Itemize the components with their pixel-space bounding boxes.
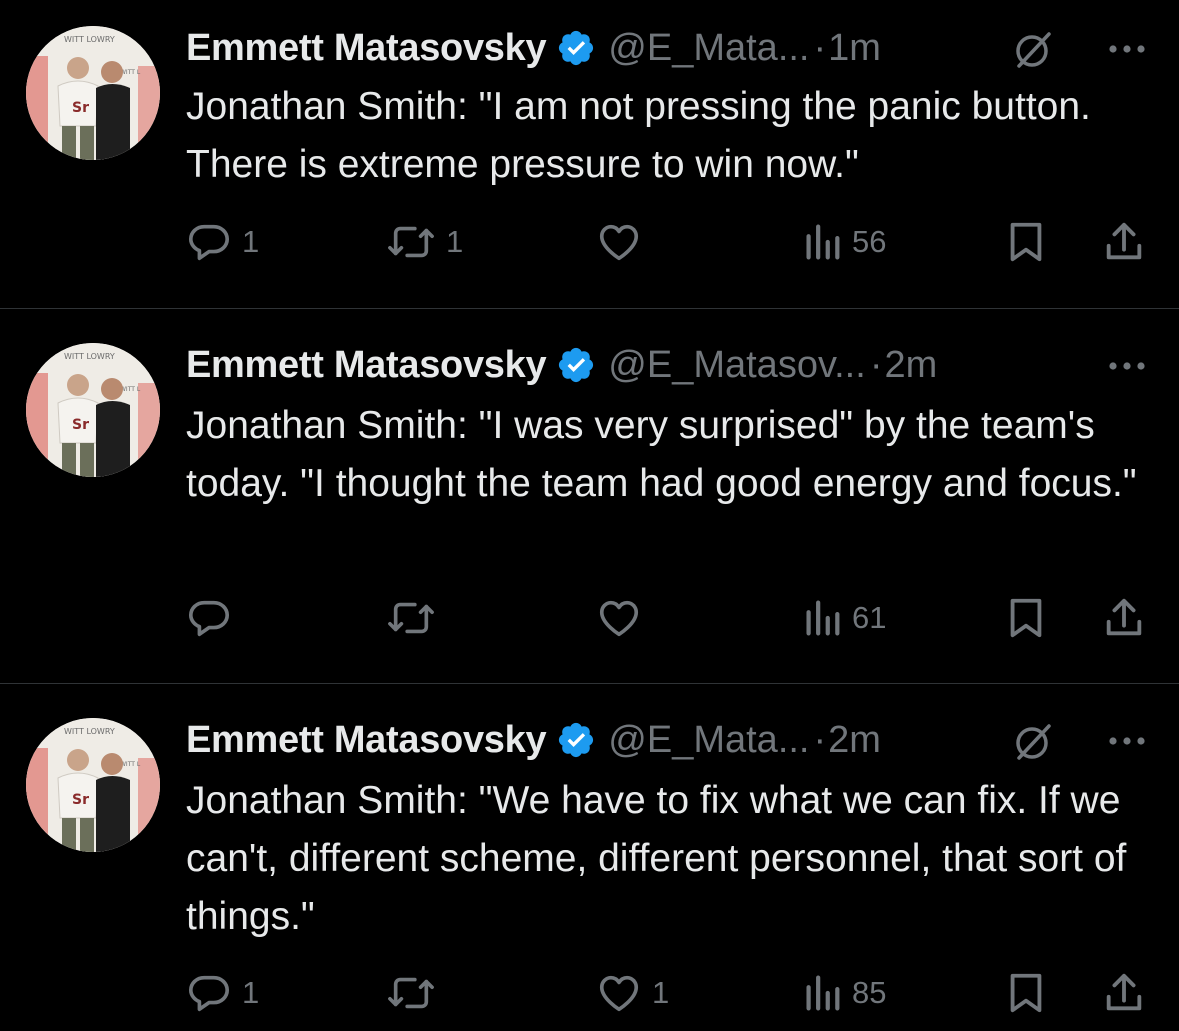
heart-icon	[599, 975, 639, 1012]
bookmark-icon	[1010, 598, 1042, 638]
svg-text:Sr: Sr	[72, 100, 89, 116]
verified-badge-icon	[559, 347, 594, 383]
tweet[interactable]: WITT LOWRY WITT L Sr Emmett Matasovsky @…	[0, 309, 1179, 684]
author-name[interactable]: Emmett Matasovsky	[186, 719, 547, 762]
author-handle[interactable]: @E_Matasov...	[608, 344, 866, 387]
repost-count: 1	[446, 224, 464, 259]
reply-icon	[188, 600, 230, 637]
tweet-header: Emmett Matasovsky @E_Matasov... · 2m	[186, 339, 1155, 391]
repost-icon	[388, 226, 434, 258]
bookmark-button[interactable]	[1004, 968, 1048, 1018]
tweet-actions: 1 1 85	[186, 968, 1149, 1018]
author-handle[interactable]: @E_Mata...	[608, 27, 809, 70]
views-icon	[806, 975, 840, 1011]
svg-text:WITT LOWRY: WITT LOWRY	[64, 35, 115, 44]
views-button[interactable]: 85	[802, 968, 886, 1018]
grok-icon[interactable]	[1011, 720, 1055, 764]
separator: ·	[813, 718, 827, 761]
author-name[interactable]: Emmett Matasovsky	[186, 27, 547, 70]
repost-icon	[388, 602, 434, 634]
heart-icon	[599, 224, 639, 261]
reply-count: 1	[242, 975, 260, 1010]
like-count: 1	[652, 975, 670, 1010]
bookmark-button[interactable]	[1004, 593, 1048, 643]
like-button[interactable]	[596, 217, 652, 267]
svg-text:WITT L: WITT L	[120, 761, 141, 768]
svg-text:WITT L: WITT L	[120, 69, 141, 76]
avatar[interactable]: WITT LOWRY WITT L Sr	[26, 718, 160, 852]
timestamp[interactable]: 2m	[828, 719, 881, 762]
svg-text:WITT L: WITT L	[120, 386, 141, 393]
tweet-actions: 61	[186, 593, 1149, 643]
bookmark-icon	[1010, 973, 1042, 1013]
tweet-text: Jonathan Smith: "I am not pressing the p…	[186, 85, 1102, 186]
more-icon[interactable]	[1105, 34, 1149, 64]
reply-icon	[188, 224, 230, 261]
grok-icon[interactable]	[1011, 28, 1055, 72]
author-name[interactable]: Emmett Matasovsky	[186, 344, 547, 387]
author-handle[interactable]: @E_Mata...	[608, 719, 809, 762]
reply-button[interactable]	[186, 593, 242, 643]
share-button[interactable]	[1102, 593, 1146, 643]
svg-text:Sr: Sr	[72, 792, 89, 808]
repost-button[interactable]	[386, 968, 446, 1018]
tweet-header: Emmett Matasovsky @E_Mata... · 1m	[186, 22, 1155, 74]
tweet-actions: 1 1 56	[186, 217, 1149, 267]
tweet-header: Emmett Matasovsky @E_Mata... · 2m	[186, 714, 1155, 766]
verified-badge-icon	[559, 30, 594, 66]
repost-button[interactable]	[386, 593, 446, 643]
bookmark-icon	[1010, 222, 1042, 262]
repost-icon	[388, 977, 434, 1009]
share-button[interactable]	[1102, 217, 1146, 267]
verified-badge-icon	[559, 722, 594, 758]
reply-button[interactable]: 1	[186, 968, 259, 1018]
svg-text:WITT LOWRY: WITT LOWRY	[64, 727, 115, 736]
more-icon[interactable]	[1105, 726, 1149, 756]
svg-text:WITT LOWRY: WITT LOWRY	[64, 352, 115, 361]
more-icon[interactable]	[1105, 351, 1149, 381]
svg-text:Sr: Sr	[72, 417, 89, 433]
tweet-text: Jonathan Smith: "We have to fix what we …	[186, 779, 1138, 938]
timeline-feed: WITT LOWRY WITT L Sr Emmett Matasovsky @…	[0, 0, 1179, 1031]
separator: ·	[869, 343, 883, 386]
share-button[interactable]	[1102, 968, 1146, 1018]
share-icon	[1106, 598, 1142, 636]
avatar[interactable]: WITT LOWRY WITT L Sr	[26, 26, 160, 160]
views-icon	[806, 224, 840, 260]
share-icon	[1106, 222, 1142, 260]
like-button[interactable]: 1	[596, 968, 669, 1018]
timestamp[interactable]: 1m	[828, 27, 881, 70]
heart-icon	[599, 600, 639, 637]
views-icon	[806, 600, 840, 636]
tweet-text: Jonathan Smith: "I was very surprised" b…	[186, 404, 1137, 505]
views-button[interactable]: 56	[802, 217, 886, 267]
separator: ·	[813, 26, 827, 69]
tweet[interactable]: WITT LOWRY WITT L Sr Emmett Matasovsky @…	[0, 0, 1179, 309]
reply-button[interactable]: 1	[186, 217, 259, 267]
views-button[interactable]: 61	[802, 593, 886, 643]
views-count: 85	[852, 975, 887, 1010]
views-count: 61	[852, 600, 887, 635]
timestamp[interactable]: 2m	[884, 344, 937, 387]
like-button[interactable]	[596, 593, 652, 643]
reply-icon	[188, 975, 230, 1012]
tweet[interactable]: WITT LOWRY WITT L Sr Emmett Matasovsky @…	[0, 684, 1179, 1031]
reply-count: 1	[242, 224, 260, 259]
avatar[interactable]: WITT LOWRY WITT L Sr	[26, 343, 160, 477]
bookmark-button[interactable]	[1004, 217, 1048, 267]
share-icon	[1106, 973, 1142, 1011]
repost-button[interactable]: 1	[386, 217, 463, 267]
views-count: 56	[852, 224, 887, 259]
